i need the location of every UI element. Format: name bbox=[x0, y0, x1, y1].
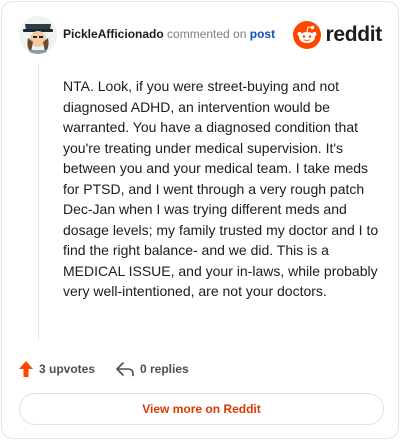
reply-arrow-icon bbox=[116, 362, 134, 377]
post-link[interactable]: post bbox=[250, 27, 275, 41]
upvote-count: 3 upvotes bbox=[39, 362, 96, 376]
reddit-wordmark: reddit bbox=[325, 23, 382, 46]
embedded-comment-card: PickleAfficionado commented on post redd… bbox=[1, 1, 399, 439]
user-avatar[interactable] bbox=[19, 16, 57, 54]
upvote-arrow-icon bbox=[19, 361, 33, 377]
action-text: commented on bbox=[167, 27, 247, 41]
comment-actions: 3 upvotes 0 replies bbox=[19, 359, 382, 379]
author-name[interactable]: PickleAfficionado bbox=[63, 27, 164, 41]
reply-button[interactable]: 0 replies bbox=[116, 359, 189, 379]
view-more-button[interactable]: View more on Reddit bbox=[19, 393, 384, 425]
comment-header: PickleAfficionado commented on post redd… bbox=[19, 16, 382, 56]
reddit-brand[interactable]: reddit bbox=[293, 20, 382, 50]
comment-body: NTA. Look, if you were street-buying and… bbox=[63, 78, 379, 299]
reply-count: 0 replies bbox=[140, 362, 189, 376]
reddit-snoo-logo-icon bbox=[293, 21, 322, 49]
comment-meta: PickleAfficionado commented on post bbox=[63, 27, 275, 41]
upvote-button[interactable]: 3 upvotes bbox=[19, 359, 95, 379]
thread-line bbox=[38, 64, 39, 341]
